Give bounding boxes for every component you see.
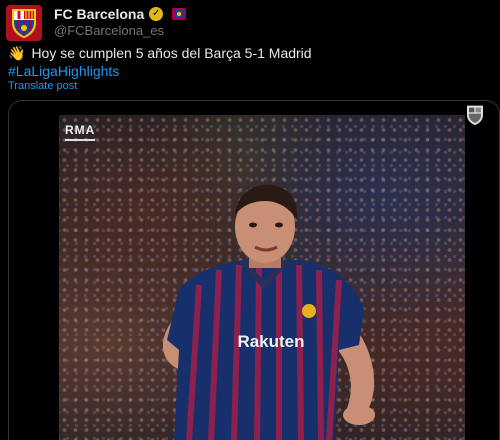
fc-barcelona-crest-icon bbox=[12, 9, 36, 38]
post-text: 👋 Hoy se cumplen 5 años del Barça 5-1 Ma… bbox=[8, 44, 312, 80]
verified-badge-icon[interactable]: ✓ bbox=[149, 7, 164, 21]
video-player[interactable]: Rakuten RMA bbox=[8, 100, 500, 440]
author-row: FC Barcelona ✓ bbox=[54, 6, 187, 22]
player-figure: Rakuten bbox=[162, 184, 375, 440]
user-handle[interactable]: @FCBarcelona_es bbox=[54, 23, 164, 38]
waving-hand-icon: 👋 bbox=[8, 45, 26, 61]
svg-text:Rakuten: Rakuten bbox=[237, 332, 304, 351]
translate-post-link[interactable]: Translate post bbox=[8, 80, 77, 92]
post-text-line: Hoy se cumplen 5 años del Barça 5-1 Madr… bbox=[31, 45, 312, 61]
avatar[interactable] bbox=[6, 5, 42, 41]
video-frame[interactable]: Rakuten RMA bbox=[59, 115, 465, 440]
display-name[interactable]: FC Barcelona bbox=[54, 6, 144, 22]
hashtag-link[interactable]: #LaLigaHighlights bbox=[8, 62, 312, 80]
video-watermark-crest-icon bbox=[465, 104, 485, 131]
score-tag: RMA bbox=[65, 123, 96, 141]
tweet: FC Barcelona ✓ @FCBarcelona_es 👋 Hoy se … bbox=[0, 0, 500, 440]
affiliation-badge-icon[interactable] bbox=[172, 8, 187, 20]
